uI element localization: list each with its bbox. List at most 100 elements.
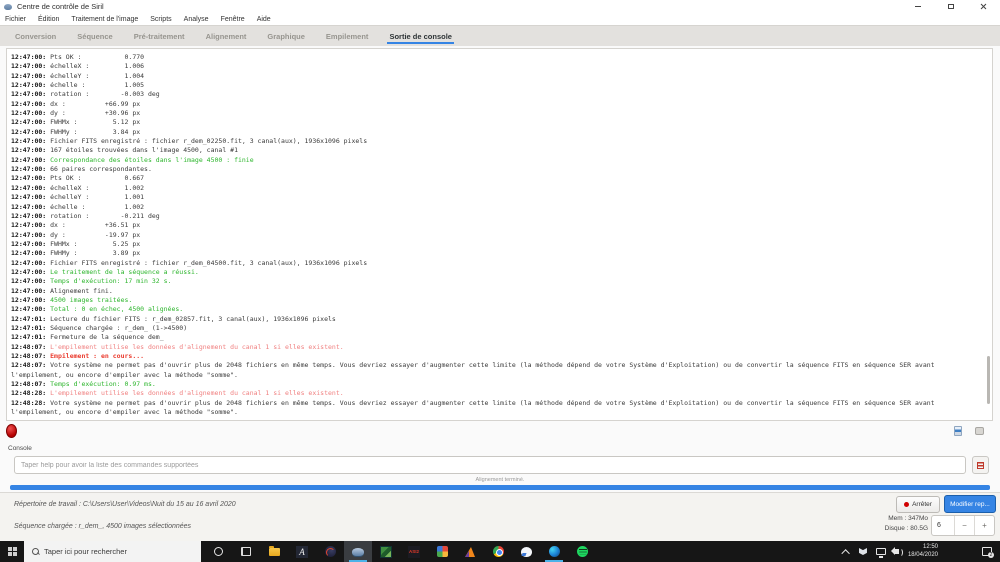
window-title: Centre de contrôle de Siril xyxy=(17,2,104,11)
start-button[interactable] xyxy=(0,541,24,562)
log-line: 12:47:00: rotation : -0.211 deg xyxy=(11,211,160,220)
chrome-icon[interactable] xyxy=(484,541,512,562)
file-explorer-icon[interactable] xyxy=(260,541,288,562)
menu-item-aide[interactable]: Aide xyxy=(257,16,271,23)
resources-block: Mem : 347Mo Disque : 80.5G xyxy=(852,514,928,534)
red-swirl-app-icon[interactable] xyxy=(316,541,344,562)
log-line: 12:47:00: Pts OK : 0.667 xyxy=(11,174,145,183)
siril-window: Centre de contrôle de Siril Fichier Éditi… xyxy=(0,0,1000,562)
monitor-icon[interactable] xyxy=(875,548,886,557)
command-list-button[interactable] xyxy=(972,456,989,474)
log-line: 12:47:00: Correspondance des étoiles dan… xyxy=(11,155,254,164)
action-center-button[interactable]: 2 xyxy=(982,541,994,562)
asi-studio-icon[interactable]: ASI2 xyxy=(400,541,428,562)
log-line: 12:47:00: FWHMy : 3.84 px xyxy=(11,127,141,136)
log-line: 12:47:00: Fichier FITS enregistré : fich… xyxy=(11,137,368,146)
log-line: 12:48:28: Votre système ne permet pas d'… xyxy=(11,398,939,417)
title-bar: Centre de contrôle de Siril xyxy=(0,0,1000,13)
tab-sortie-console[interactable]: Sortie de console xyxy=(387,26,454,46)
script-a-app-icon[interactable]: A xyxy=(288,541,316,562)
menu-item-analyse[interactable]: Analyse xyxy=(184,16,209,23)
menu-item-traitement-image[interactable]: Traitement de l'image xyxy=(71,16,138,23)
menu-item-scripts[interactable]: Scripts xyxy=(150,16,171,23)
log-line: 12:48:07: L'empilement utilise les donné… xyxy=(11,342,344,351)
taskbar-clock[interactable]: 12:50 18/04/2020 xyxy=(908,544,938,559)
log-line: 12:47:01: Séquence chargée : r_dem_ (1->… xyxy=(11,323,188,332)
menu-item-fichier[interactable]: Fichier xyxy=(5,16,26,23)
memory-usage: Mem : 347Mo xyxy=(888,515,928,522)
siril-icon[interactable] xyxy=(344,541,372,562)
tab-conversion[interactable]: Conversion xyxy=(13,26,58,46)
log-line: 12:47:00: Fichier FITS enregistré : fich… xyxy=(11,258,368,267)
edge-icon[interactable] xyxy=(540,541,568,562)
notification-badge: 2 xyxy=(988,552,994,558)
log-line: 12:47:00: échelleY : 1.001 xyxy=(11,193,145,202)
log-line: 12:47:00: 4500 images traitées. xyxy=(11,295,133,304)
orange-triangle-app-icon[interactable] xyxy=(456,541,484,562)
spinbox-minus-button[interactable]: − xyxy=(954,516,974,535)
log-line: 12:47:00: échelleY : 1.004 xyxy=(11,71,145,80)
log-line: 12:47:00: dx : +66.99 px xyxy=(11,99,141,108)
maximize-button[interactable] xyxy=(934,0,967,13)
pinwheel-app-glyph xyxy=(436,546,448,557)
chat-app-icon[interactable] xyxy=(512,541,540,562)
spotify-glyph xyxy=(576,546,588,557)
stop-button[interactable]: Arrêter xyxy=(896,496,940,513)
task-view-icon[interactable] xyxy=(232,541,260,562)
status-bar: Répertoire de travail : C:\Users\User\Vi… xyxy=(0,492,1000,541)
log-line: 12:48:07: Votre système ne permet pas d'… xyxy=(11,361,939,379)
log-line: 12:48:28: L'empilement utilise les donné… xyxy=(11,389,344,398)
taskbar-search[interactable]: Taper ici pour rechercher xyxy=(24,541,201,562)
spinbox-plus-button[interactable]: + xyxy=(974,516,994,535)
search-placeholder: Taper ici pour rechercher xyxy=(44,547,127,556)
tab-graphique[interactable]: Graphique xyxy=(265,26,307,46)
minimize-button[interactable] xyxy=(901,0,934,13)
asi-studio-glyph: ASI2 xyxy=(408,545,420,558)
chat-app-glyph xyxy=(520,546,532,557)
export-log-button[interactable] xyxy=(952,425,963,436)
log-line: 12:47:00: FWHMx : 5.12 px xyxy=(11,118,141,127)
windows-logo-icon xyxy=(7,547,17,556)
scrollbar-thumb[interactable] xyxy=(987,356,990,404)
modify-directory-label: Modifier rep... xyxy=(950,500,990,508)
command-input[interactable] xyxy=(14,456,966,474)
log-line: 12:47:00: 66 paires correspondantes. xyxy=(11,165,152,174)
tab-empilement[interactable]: Empilement xyxy=(324,26,371,46)
console-output-panel[interactable]: 12:47:00: Pts OK : 0.770 12:47:00: échell… xyxy=(6,48,993,421)
progress-label: Alignement terminé. xyxy=(475,477,525,483)
tab-sequence[interactable]: Séquence xyxy=(75,26,114,46)
menu-item-fenetre[interactable]: Fenêtre xyxy=(221,16,245,23)
speaker-icon[interactable] xyxy=(890,547,903,557)
edge-glyph xyxy=(548,546,560,557)
tab-pre-traitement[interactable]: Pré-traitement xyxy=(132,26,187,46)
log-line: 12:47:00: rotation : -0.003 deg xyxy=(11,90,160,99)
pinwheel-app-icon[interactable] xyxy=(428,541,456,562)
spotify-icon[interactable] xyxy=(568,541,596,562)
menu-item-edition[interactable]: Édition xyxy=(38,16,59,23)
spinbox-value[interactable]: 6 xyxy=(932,516,954,535)
progress-bar xyxy=(10,485,990,490)
log-line: 12:47:00: échelle : 1.005 xyxy=(11,81,145,90)
clear-console-button[interactable] xyxy=(974,425,985,436)
close-button[interactable] xyxy=(967,0,1000,13)
eraser-icon xyxy=(975,426,984,435)
taskbar-app-icons: A ASI2 xyxy=(204,541,596,562)
cortana-icon[interactable] xyxy=(204,541,232,562)
log-line: 12:47:00: Le traitement de la séquence a… xyxy=(11,267,199,276)
log-line: 12:47:01: Fermeture de la séquence dem_ xyxy=(11,333,164,342)
red-grid-icon xyxy=(977,461,984,469)
green-tile-app-icon[interactable] xyxy=(372,541,400,562)
tab-alignement[interactable]: Alignement xyxy=(204,26,249,46)
siril-app-icon xyxy=(4,3,12,10)
orange-triangle-app-glyph xyxy=(465,546,475,557)
log-line: 12:47:00: dy : -19.97 px xyxy=(11,230,141,239)
log-line: 12:48:07: Temps d'exécution: 0.97 ms. xyxy=(11,380,156,389)
log-line: 12:47:00: Total : 0 en échec, 4500 align… xyxy=(11,305,184,314)
notification-icon: 2 xyxy=(982,547,994,558)
green-tile-app-glyph xyxy=(380,545,392,558)
log-line: 12:47:00: Alignement fini. xyxy=(11,286,113,295)
log-line: 12:47:00: FWHMy : 3.89 px xyxy=(11,249,141,258)
modify-directory-button[interactable]: Modifier rep... xyxy=(944,495,996,513)
dropbox-icon[interactable] xyxy=(858,548,867,555)
thread-spinbox: 6 − + xyxy=(931,515,995,536)
